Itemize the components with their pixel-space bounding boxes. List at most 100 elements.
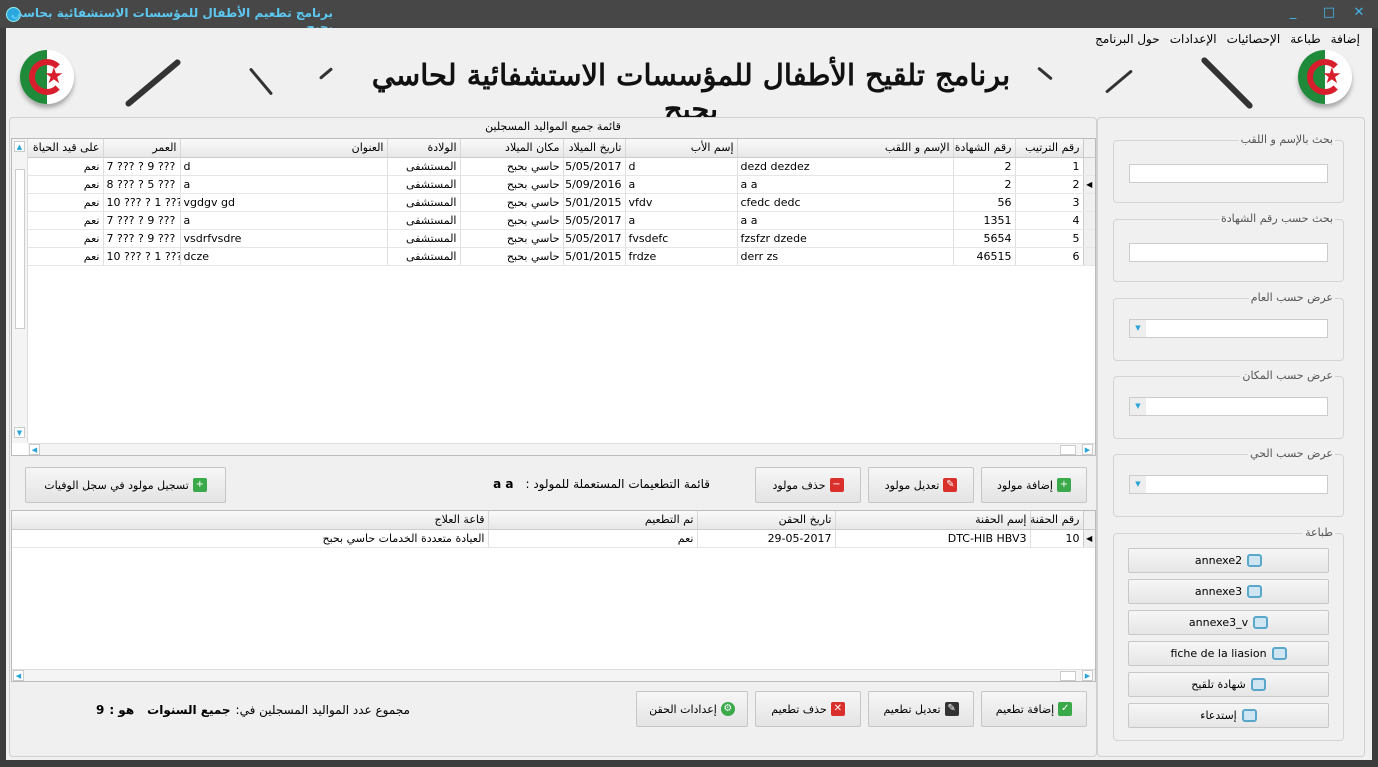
- row-selector[interactable]: ◀: [1082, 529, 1095, 548]
- table-cell: 8 ??? ? 5 ???: [102, 175, 180, 194]
- column-header[interactable]: الإسم و اللقب: [736, 139, 953, 158]
- register-death-button[interactable]: + تسجيل مولود في سجل الوفيات: [25, 467, 226, 503]
- filter-year-select[interactable]: ▼: [1129, 319, 1328, 338]
- close-button[interactable]: ✕: [1348, 4, 1370, 22]
- chevron-down-icon[interactable]: ▼: [1130, 476, 1146, 493]
- column-header[interactable]: العنوان: [179, 139, 387, 158]
- table-cell: 10 ??? ? 1 ???: [102, 247, 180, 266]
- births-grid: رقم الترتيب رقم الشهادة الإسم و اللقب إسم ا…: [11, 138, 1096, 456]
- table-cell: نعم: [25, 247, 103, 266]
- delete-vaccination-button[interactable]: ✕ حذف تطعيم: [755, 691, 861, 727]
- table-cell: المستشفى: [386, 157, 460, 176]
- column-header[interactable]: الولادة: [386, 139, 460, 158]
- table-row[interactable]: ◀ 2 2 a a a 15/09/2016 حاسي بحبح المستشفى a 8 ???…: [25, 175, 1095, 194]
- chevron-down-icon[interactable]: ▼: [1130, 398, 1146, 415]
- menu-about[interactable]: حول البرنامج: [1095, 32, 1160, 46]
- scroll-left-icon[interactable]: ◀: [29, 444, 40, 455]
- summary-count: 9: [95, 703, 105, 717]
- print-button[interactable]: إستدعاء: [1128, 703, 1329, 728]
- print-button[interactable]: fiche de la liasion: [1128, 641, 1329, 666]
- print-button[interactable]: شهادة تلقيح: [1128, 672, 1329, 697]
- column-header[interactable]: رقم الشهادة: [952, 139, 1015, 158]
- edit-vaccination-button[interactable]: ✎ تعديل تطعيم: [868, 691, 974, 727]
- algeria-flag-icon-left: ★: [20, 50, 74, 104]
- column-header[interactable]: إسم الأب: [624, 139, 737, 158]
- edit-birth-label: تعديل مولود: [884, 478, 940, 492]
- menu-statistics[interactable]: الإحصائيات: [1227, 32, 1281, 46]
- table-cell: dcze: [179, 247, 387, 266]
- edit-birth-button[interactable]: ✎ تعديل مولود: [868, 467, 974, 503]
- row-selector[interactable]: ◀: [1082, 175, 1095, 194]
- column-header[interactable]: تم التطعيم: [487, 511, 697, 530]
- table-row[interactable]: 6 46515 derr zs frdze 15/01/2015 حاسي بحبح الم…: [25, 247, 1095, 266]
- column-header[interactable]: قاعة العلاج: [12, 511, 488, 530]
- print-button[interactable]: annexe3_v: [1128, 610, 1329, 635]
- column-header[interactable]: العمر: [102, 139, 180, 158]
- column-header[interactable]: تاريخ الحقن: [696, 511, 835, 530]
- table-row[interactable]: 1 2 dezd dezdez d 15/05/2017 حاسي بحبح المستشف…: [25, 157, 1095, 176]
- table-cell: 3: [1014, 193, 1083, 212]
- scroll-right-icon[interactable]: ▶: [1082, 670, 1093, 681]
- column-header[interactable]: رقم الترتيب: [1014, 139, 1083, 158]
- vaccine-settings-button[interactable]: ⚙ إعدادات الحقن: [636, 691, 748, 727]
- scroll-thumb[interactable]: [1060, 671, 1076, 681]
- table-cell: المستشفى: [386, 211, 460, 230]
- births-vertical-scrollbar[interactable]: ▲ ▼: [12, 139, 28, 443]
- scroll-right-icon[interactable]: ▶: [1082, 444, 1093, 455]
- table-cell: DTC-HIB HBV3: [834, 529, 1030, 548]
- add-list-icon: +: [192, 478, 207, 492]
- printer-icon: [1271, 647, 1287, 660]
- table-cell: 46515: [952, 247, 1015, 266]
- maximize-button[interactable]: □: [1318, 4, 1340, 22]
- row-selector[interactable]: [1082, 193, 1095, 212]
- menu-settings[interactable]: الإعدادات: [1170, 32, 1217, 46]
- summary-is: هو :: [109, 703, 135, 717]
- column-header[interactable]: مكان الميلاد: [459, 139, 563, 158]
- banner-title: برنامج تلقيح الأطفال للمؤسسات الاستشفائي…: [371, 58, 1011, 126]
- table-row[interactable]: 3 56 cfedc dedc vfdv 15/01/2015 حاسي بحبح المس…: [25, 193, 1095, 212]
- print-button-label: annexe3: [1194, 585, 1243, 598]
- minimize-button[interactable]: _: [1282, 4, 1304, 22]
- add-birth-button[interactable]: + إضافة مولود: [981, 467, 1087, 503]
- scroll-left-icon[interactable]: ◀: [13, 670, 24, 681]
- filter-district-label: عرض حسب الحي: [1247, 447, 1335, 460]
- row-selector[interactable]: [1082, 247, 1095, 266]
- menu-print[interactable]: طباعة: [1290, 32, 1320, 46]
- filter-district-select[interactable]: ▼: [1129, 475, 1328, 494]
- print-button[interactable]: annexe2: [1128, 548, 1329, 573]
- table-row[interactable]: ◀ 10 DTC-HIB HBV3 29-05-2017 نعم العيادة متعد…: [12, 529, 1095, 548]
- delete-birth-button[interactable]: − حذف مولود: [755, 467, 861, 503]
- table-cell: a: [624, 175, 737, 194]
- table-cell: a: [179, 175, 387, 194]
- births-horizontal-scrollbar[interactable]: ◀ ▶: [28, 443, 1095, 455]
- table-cell: 2: [952, 175, 1015, 194]
- scroll-up-icon[interactable]: ▲: [14, 141, 25, 152]
- table-row[interactable]: 4 1351 a a a 15/05/2017 حاسي بحبح المستشفى a 7 ?…: [25, 211, 1095, 230]
- syringe-delete-icon: ✕: [830, 702, 845, 716]
- vaccines-horizontal-scrollbar[interactable]: ◀ ▶: [12, 669, 1095, 681]
- row-selector[interactable]: [1082, 229, 1095, 248]
- search-name-label: بحث بالإسم و اللقب: [1238, 133, 1335, 146]
- table-row[interactable]: 5 5654 fzsfzr dzede fvsdefc 15/05/2017 حاسي ب…: [25, 229, 1095, 248]
- column-header[interactable]: على قيد الحياة: [25, 139, 103, 158]
- menu-add[interactable]: إضافة: [1331, 32, 1360, 46]
- chevron-down-icon[interactable]: ▼: [1130, 320, 1146, 337]
- print-button[interactable]: annexe3: [1128, 579, 1329, 604]
- filter-place-select[interactable]: ▼: [1129, 397, 1328, 416]
- syringe-icon: [124, 58, 182, 108]
- column-header[interactable]: تاريخ الميلاد: [562, 139, 625, 158]
- register-death-label: تسجيل مولود في سجل الوفيات: [44, 478, 189, 492]
- search-cert-input[interactable]: [1129, 243, 1328, 262]
- add-vaccination-button[interactable]: ✓ إضافة تطعيم: [981, 691, 1087, 727]
- scroll-thumb[interactable]: [1060, 445, 1076, 455]
- column-header[interactable]: رقم الحقنة: [1029, 511, 1083, 530]
- menu-bar: إضافة طباعة الإحصائيات الإعدادات حول الب…: [1095, 32, 1360, 46]
- row-selector[interactable]: [1082, 157, 1095, 176]
- table-cell: 7 ??? ? 9 ???: [102, 229, 180, 248]
- search-name-input[interactable]: [1129, 164, 1328, 183]
- scroll-down-icon[interactable]: ▼: [14, 427, 25, 438]
- algeria-flag-icon-right: ★: [1298, 50, 1352, 104]
- scroll-thumb[interactable]: [15, 169, 25, 329]
- column-header[interactable]: إسم الحقنة: [834, 511, 1030, 530]
- row-selector[interactable]: [1082, 211, 1095, 230]
